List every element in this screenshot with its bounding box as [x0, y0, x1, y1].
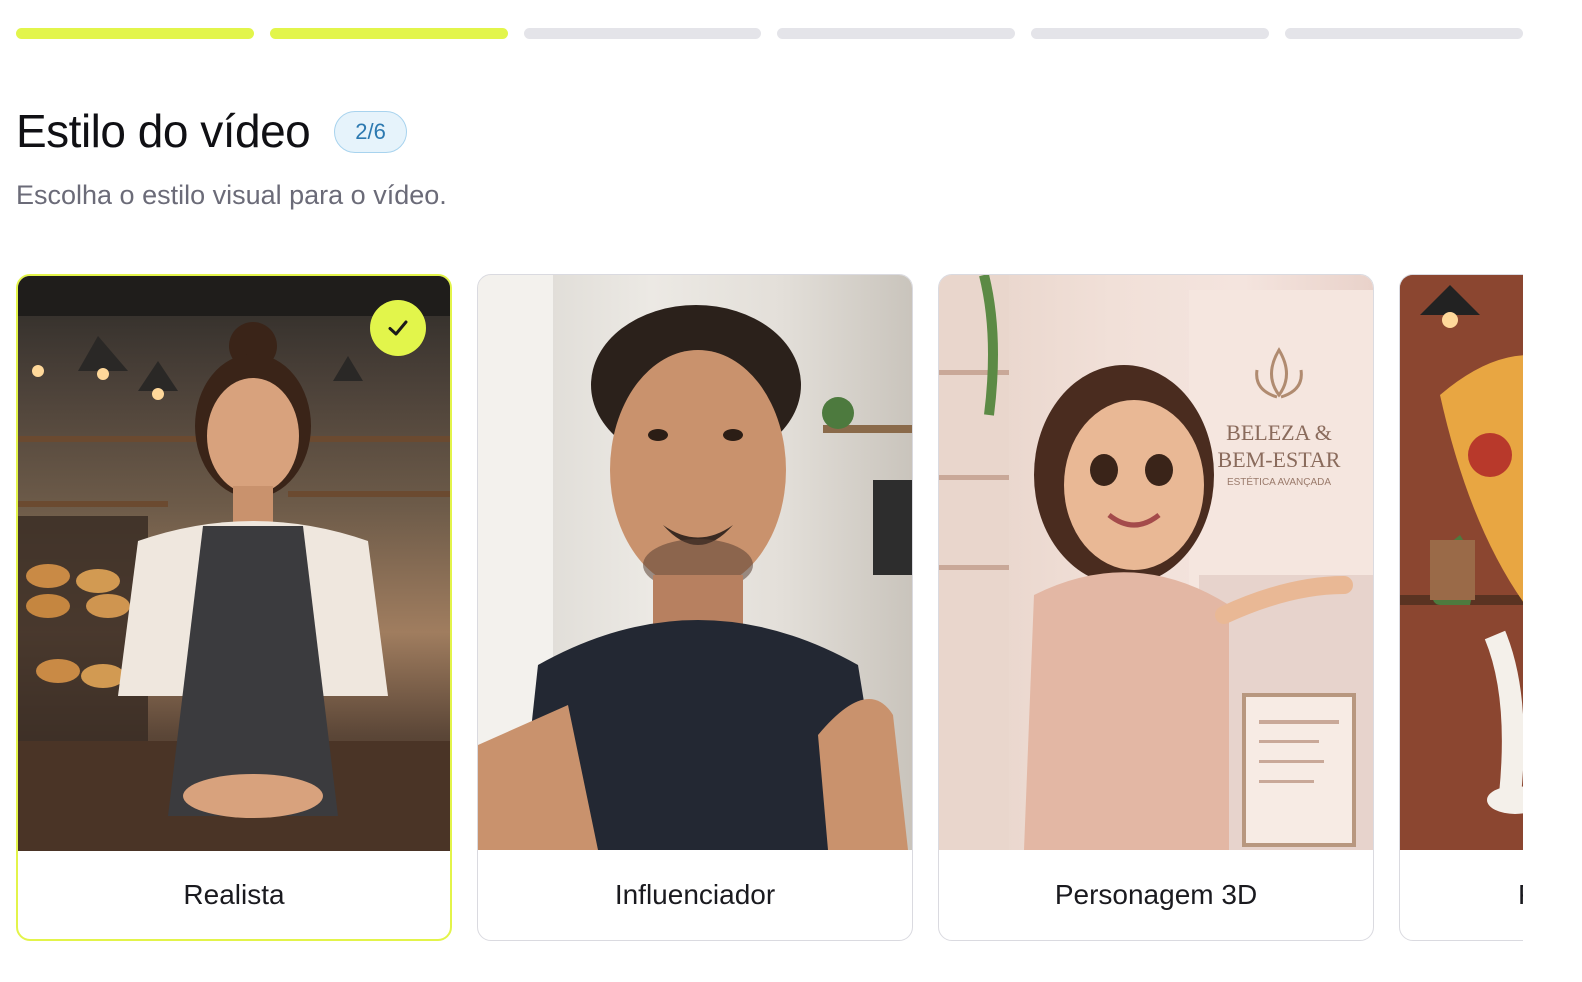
selected-check-icon	[370, 300, 426, 356]
style-cards-carousel[interactable]: Realista Influenciador BELEZA & BEM-ESTA…	[16, 274, 1523, 944]
progress-segment-1	[16, 28, 254, 39]
page-subtitle: Escolha o estilo visual para o vídeo.	[16, 180, 447, 210]
page-title: Estilo do vídeo	[16, 105, 311, 157]
realista-thumbnail	[18, 276, 450, 851]
progress-segment-4	[777, 28, 1016, 39]
style-card-label: Influenciador	[614, 879, 776, 910]
style-card-influenciador[interactable]: Influenciador	[477, 274, 913, 941]
progress-segment-6	[1285, 28, 1523, 39]
style-card-label: Personagem 3D	[1054, 879, 1258, 910]
sign-line-1: BELEZA &	[1226, 420, 1332, 445]
influenciador-thumbnail	[478, 275, 912, 850]
style-4-thumbnail	[1400, 275, 1523, 850]
style-card-personagem-3d[interactable]: BELEZA & BEM-ESTAR ESTÉTICA AVANÇADA Per…	[938, 274, 1374, 941]
style-card-4[interactable]: P	[1399, 274, 1523, 941]
progress-segment-2	[269, 28, 508, 39]
style-card-label: P	[1400, 850, 1523, 940]
style-card-realista[interactable]: Realista	[16, 274, 452, 941]
progress-segment-5	[1031, 28, 1270, 39]
personagem-3d-thumbnail: BELEZA & BEM-ESTAR ESTÉTICA AVANÇADA	[939, 275, 1373, 850]
step-progress-bar	[16, 28, 1523, 39]
step-count-badge: 2/6	[334, 111, 407, 153]
sign-tagline: ESTÉTICA AVANÇADA	[1227, 475, 1331, 488]
style-card-label: Realista	[183, 879, 285, 910]
page-header: Estilo do vídeo 2/6	[16, 104, 407, 158]
progress-segment-3	[523, 28, 762, 39]
sign-line-2: BEM-ESTAR	[1218, 447, 1341, 472]
